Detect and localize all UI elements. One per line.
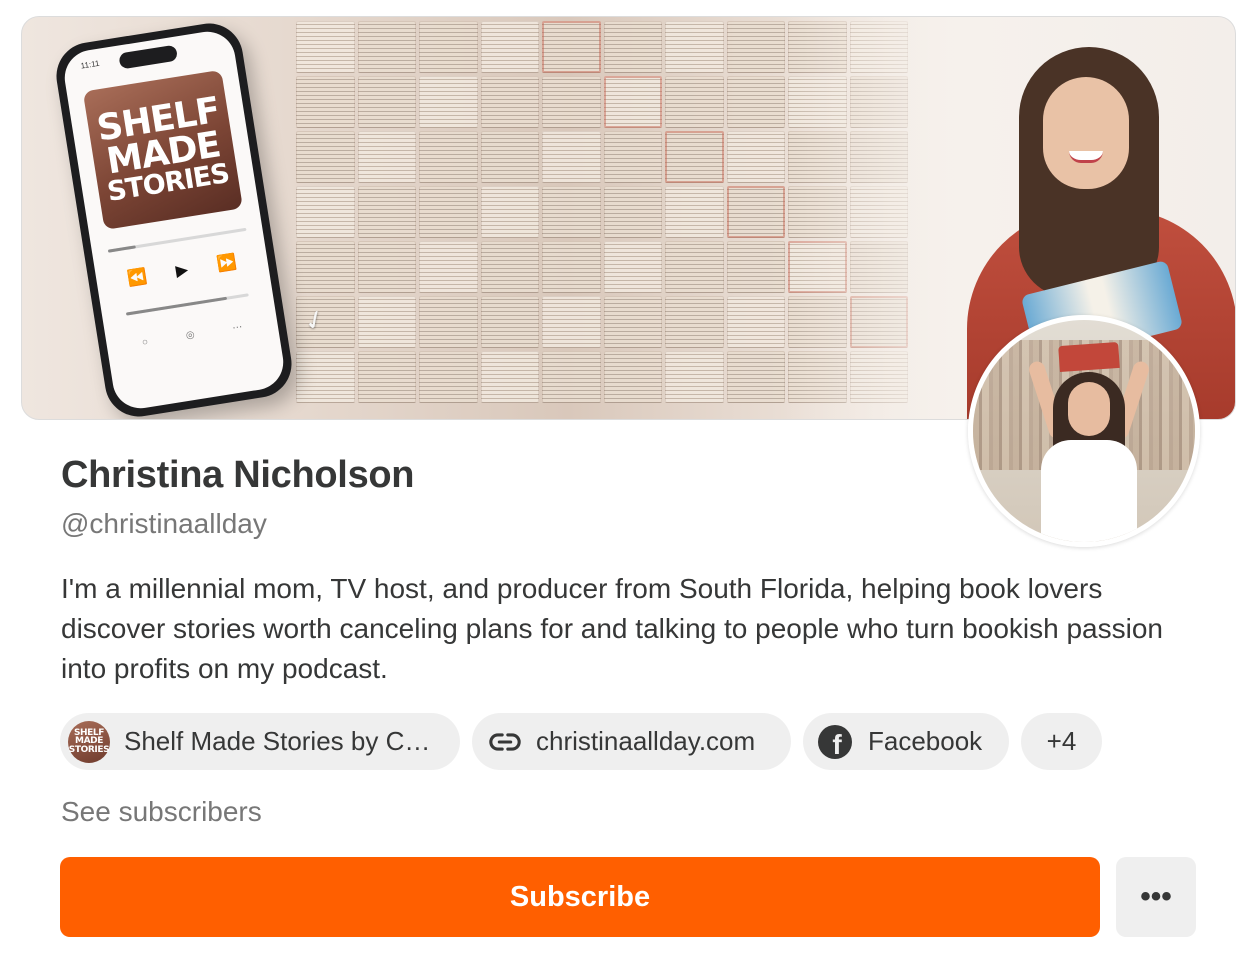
volume-fill: [125, 296, 227, 316]
publication-chip-label: Shelf Made Stories by C…: [124, 726, 431, 756]
book-page: [726, 296, 785, 348]
book-page: [542, 241, 601, 293]
book-page: [665, 296, 724, 348]
playback-progress-fill: [107, 245, 136, 253]
book-page: [665, 241, 724, 293]
phone-time: 11:11: [80, 58, 101, 71]
book-page: [419, 76, 478, 128]
book-page: [296, 131, 355, 183]
podcast-cover-art: SHELF MADE STORIES: [82, 69, 243, 230]
website-chip-label: christinaallday.com: [536, 726, 756, 756]
phone-screen: 11:11 SHELF MADE STORIES ⏪ ▶ ⏩ ○ ◎ ⋯: [60, 27, 288, 413]
avatar[interactable]: [968, 315, 1200, 547]
book-page: [603, 21, 662, 73]
book-page: [726, 186, 785, 238]
book-page: [480, 296, 539, 348]
book-page: [542, 21, 601, 73]
book-page: [419, 186, 478, 238]
website-chip[interactable]: christinaallday.com: [472, 713, 791, 770]
profile-name: Christina Nicholson: [61, 454, 415, 496]
book-page: [419, 21, 478, 73]
airplay-icon: ◎: [185, 329, 196, 342]
publication-chip[interactable]: SHELF MADE STORIES Shelf Made Stories by…: [60, 713, 460, 770]
book-page: [357, 241, 416, 293]
more-links-label: +4: [1046, 726, 1077, 756]
book-page: [419, 131, 478, 183]
lyrics-icon: ○: [141, 336, 149, 349]
book-page: [296, 76, 355, 128]
see-subscribers-link[interactable]: See subscribers: [61, 796, 262, 828]
book-page: [726, 21, 785, 73]
play-icon: ▶: [174, 261, 190, 281]
book-page: [357, 186, 416, 238]
logo-line: STORIES: [68, 744, 110, 755]
book-page: [603, 76, 662, 128]
volume-bar: [125, 293, 249, 316]
link-icon: [489, 732, 521, 751]
book-page: [480, 241, 539, 293]
more-options-button[interactable]: •••: [1116, 857, 1196, 937]
playback-controls: ⏪ ▶ ⏩: [111, 250, 252, 292]
phone-mockup: 11:11 SHELF MADE STORIES ⏪ ▶ ⏩ ○ ◎ ⋯: [51, 18, 297, 419]
book-page: [480, 186, 539, 238]
book-page: [480, 351, 539, 403]
book-page: [542, 186, 601, 238]
book-page: [419, 241, 478, 293]
playback-progress-bar: [107, 227, 247, 253]
more-links-chip[interactable]: +4: [1021, 713, 1102, 770]
book-page: [665, 131, 724, 183]
book-page: [665, 351, 724, 403]
book-page: [726, 76, 785, 128]
book-page: [726, 131, 785, 183]
book-page: [357, 131, 416, 183]
dots-icon: ⋯: [231, 321, 244, 335]
book-page: [542, 296, 601, 348]
book-page: [357, 21, 416, 73]
book-page: [480, 21, 539, 73]
book-page: [603, 131, 662, 183]
book-page: [480, 76, 539, 128]
book-page: [603, 351, 662, 403]
book-page: [480, 131, 539, 183]
facebook-icon: f: [818, 724, 852, 759]
profile-bio: I'm a millennial mom, TV host, and produ…: [61, 573, 1163, 684]
subscribe-button[interactable]: Subscribe: [60, 857, 1100, 937]
book-page: [296, 21, 355, 73]
facebook-chip-label: Facebook: [868, 726, 983, 756]
book-page: [542, 131, 601, 183]
book-page: [419, 351, 478, 403]
book-page: [603, 296, 662, 348]
book-page: [665, 186, 724, 238]
book-page: [603, 186, 662, 238]
avatar-book: [1058, 341, 1120, 373]
facebook-chip[interactable]: f Facebook: [803, 713, 1009, 770]
phone-bottom-icons: ○ ◎ ⋯: [122, 319, 262, 352]
phone-notch: [118, 44, 179, 70]
book-page: [357, 351, 416, 403]
fast-forward-icon: ⏩: [215, 253, 239, 274]
avatar-face: [1068, 382, 1110, 436]
book-page: [296, 351, 355, 403]
book-page: [665, 76, 724, 128]
publication-logo-icon: SHELF MADE STORIES: [68, 720, 110, 763]
book-page: [296, 186, 355, 238]
book-page: [665, 21, 724, 73]
profile-handle: @christinaallday: [61, 508, 267, 539]
rewind-icon: ⏪: [126, 268, 149, 288]
book-page: [357, 76, 416, 128]
face: [1043, 77, 1129, 189]
book-page: [726, 241, 785, 293]
book-page: [542, 76, 601, 128]
book-page: [726, 351, 785, 403]
book-page: [603, 241, 662, 293]
book-page: [357, 296, 416, 348]
book-page: [542, 351, 601, 403]
book-page: [296, 241, 355, 293]
book-page: [419, 296, 478, 348]
avatar-dress: [1041, 440, 1137, 542]
